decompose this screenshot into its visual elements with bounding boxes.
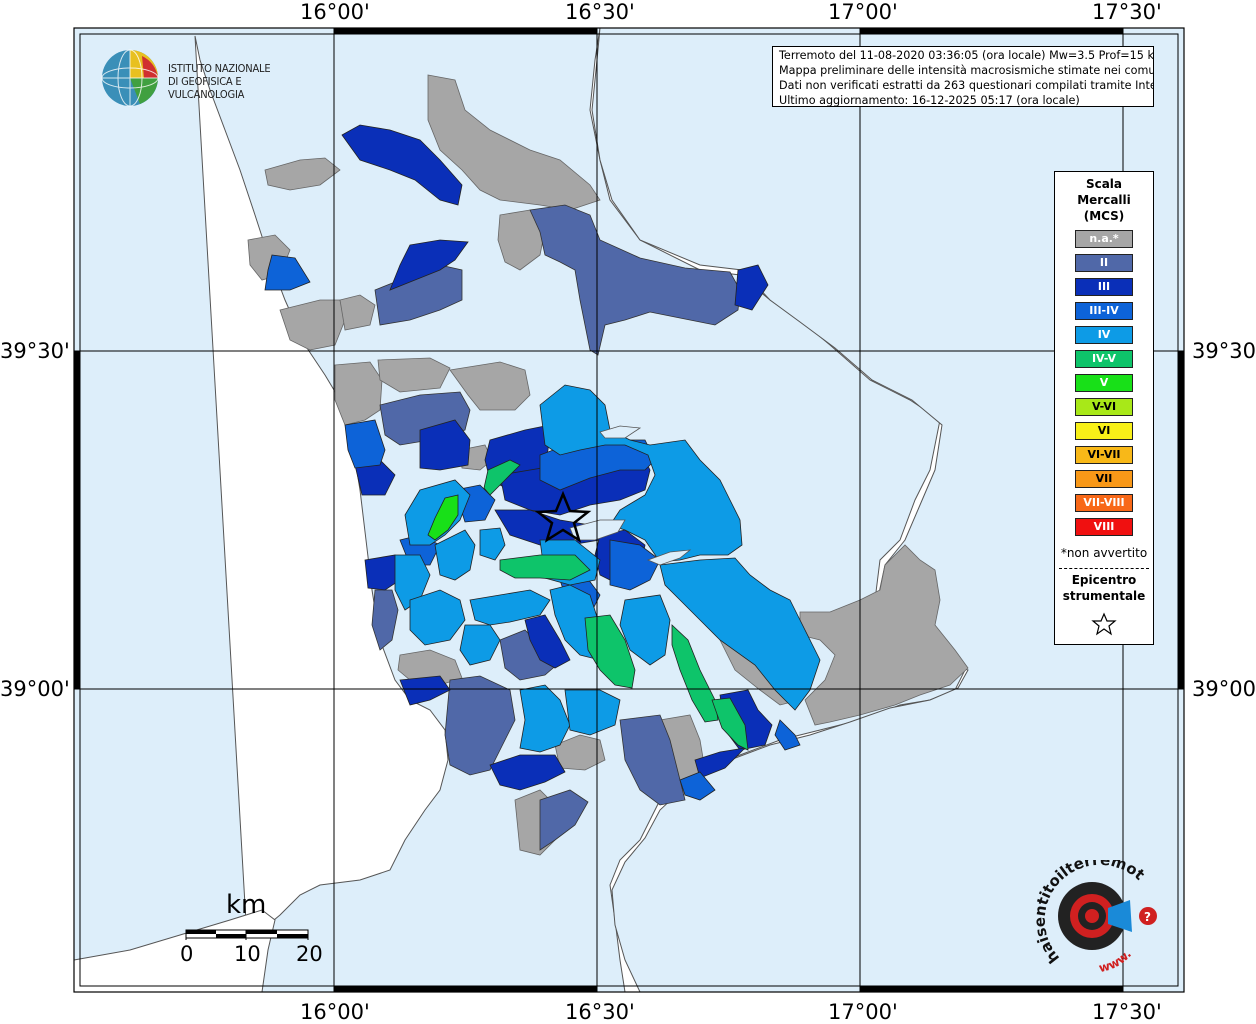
scale-unit: km <box>226 890 267 920</box>
info-line-2: Mappa preliminare delle intensità macros… <box>779 64 1154 77</box>
legend-swatch-ii: II <box>1075 254 1133 272</box>
lon-label-bottom-1700: 17°00' <box>828 1000 898 1024</box>
haisentito-badge[interactable]: ? haisentitoilterremoto.it www. <box>1025 846 1165 975</box>
event-info-box: Terremoto del 11-08-2020 03:36:05 (ora l… <box>772 46 1154 107</box>
legend-swatch-v: V <box>1075 374 1133 392</box>
legend-swatch-vi-vii: VI-VII <box>1075 446 1133 464</box>
legend-swatch-iv: IV <box>1075 326 1133 344</box>
legend-swatch-n-a: n.a.* <box>1075 230 1133 248</box>
seismic-target-icon: ? haisentitoilterremoto.it www. <box>1025 846 1157 975</box>
legend-title-scala: Scala <box>1085 177 1123 191</box>
legend-swatch-vii-viii: VII-VIII <box>1075 494 1133 512</box>
lat-label-left-3900: 39°00' <box>0 677 70 701</box>
scale-bar-graphic <box>185 929 309 940</box>
lon-label-top-1630: 16°30' <box>565 0 635 24</box>
legend-star-icon <box>1091 612 1117 636</box>
legend-swatch-viii: VIII <box>1075 518 1133 536</box>
lon-label-top-1700: 17°00' <box>828 0 898 24</box>
lon-label-bottom-1630: 16°30' <box>565 1000 635 1024</box>
lon-label-top-1600: 16°00' <box>300 0 370 24</box>
legend-note: *non avvertito <box>1060 546 1148 560</box>
legend-swatch-iii-iv: III-IV <box>1075 302 1133 320</box>
badge-www: www. <box>1097 947 1134 975</box>
lon-label-bottom-1600: 16°00' <box>300 1000 370 1024</box>
svg-text:?: ? <box>1144 910 1151 924</box>
scale-tick-0: 0 <box>180 942 194 966</box>
scale-tick-10: 10 <box>234 942 261 966</box>
lat-label-right-3900: 39°00' <box>1192 677 1256 701</box>
lon-label-bottom-1730: 17°30' <box>1092 1000 1162 1024</box>
scale-bar: km 0 10 20 <box>178 890 328 970</box>
legend-swatch-vii: VII <box>1075 470 1133 488</box>
legend-separator <box>1059 568 1149 569</box>
legend-title-mercalli: Mercalli <box>1077 193 1131 207</box>
legend-title-mcs: (MCS) <box>1083 209 1125 223</box>
legend-epicenter-label: Epicentro strumentale <box>1055 572 1153 604</box>
legend-title: Scala Mercalli (MCS) <box>1055 176 1153 224</box>
lat-label-right-3930: 39°30' <box>1192 339 1256 363</box>
ingv-globe-icon <box>101 49 159 107</box>
info-line-3: Dati non verificati estratti da 263 ques… <box>779 79 1154 92</box>
ingv-logo: ISTITUTO NAZIONALE DI GEOFISICA E VULCAN… <box>100 46 320 110</box>
scale-tick-20: 20 <box>296 942 323 966</box>
info-line-4: Ultimo aggiornamento: 16-12-2025 05:17 (… <box>779 94 1080 107</box>
legend-epi-line2: strumentale <box>1062 589 1146 603</box>
legend-swatch-v-vi: V-VI <box>1075 398 1133 416</box>
legend-swatch-vi: VI <box>1075 422 1133 440</box>
lon-label-top-1730: 17°30' <box>1092 0 1162 24</box>
info-line-1: Terremoto del 11-08-2020 03:36:05 (ora l… <box>779 49 1154 62</box>
ingv-line2: DI GEOFISICA E VULCANOLOGIA <box>168 75 245 101</box>
legend-epi-line1: Epicentro <box>1071 573 1137 587</box>
ingv-line1: ISTITUTO NAZIONALE <box>168 62 271 75</box>
legend-swatch-iv-v: IV-V <box>1075 350 1133 368</box>
mcs-legend: Scala Mercalli (MCS) n.a.* II III III-IV IV I… <box>1054 171 1154 645</box>
lat-label-left-3930: 39°30' <box>0 339 70 363</box>
legend-swatch-iii: III <box>1075 278 1133 296</box>
svg-text:www.: www. <box>1097 947 1134 975</box>
